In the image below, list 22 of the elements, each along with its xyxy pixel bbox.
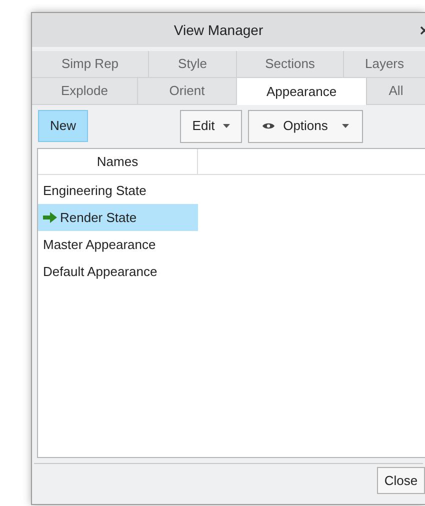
eye-icon	[262, 122, 276, 130]
caret-icon	[222, 124, 230, 128]
new-button[interactable]: New	[38, 110, 88, 142]
window-title: View Manager	[174, 20, 264, 40]
tab[interactable]: Explode	[32, 78, 138, 105]
options-dropdown[interactable]: Options	[248, 110, 363, 142]
tab[interactable]: Layers	[344, 51, 425, 78]
tab[interactable]: Sections	[237, 51, 344, 78]
list-item[interactable]: Master Appearance	[38, 231, 198, 258]
tab[interactable]: Orient	[138, 78, 237, 105]
tab[interactable]: All	[367, 78, 425, 105]
caret-icon	[342, 124, 349, 128]
column-header[interactable]: Names	[38, 149, 198, 174]
close-button[interactable]: Close	[377, 467, 425, 494]
tab[interactable]: Simp Rep	[32, 51, 149, 78]
arrow-icon	[43, 212, 57, 223]
tab[interactable]: Appearance	[237, 78, 367, 105]
edit-dropdown[interactable]: Edit	[180, 110, 242, 142]
list-item[interactable]: Render State	[38, 204, 198, 231]
tab[interactable]: Style	[149, 51, 237, 78]
list-item[interactable]: Engineering State	[38, 177, 198, 204]
list-item[interactable]: Default Appearance	[38, 258, 198, 285]
